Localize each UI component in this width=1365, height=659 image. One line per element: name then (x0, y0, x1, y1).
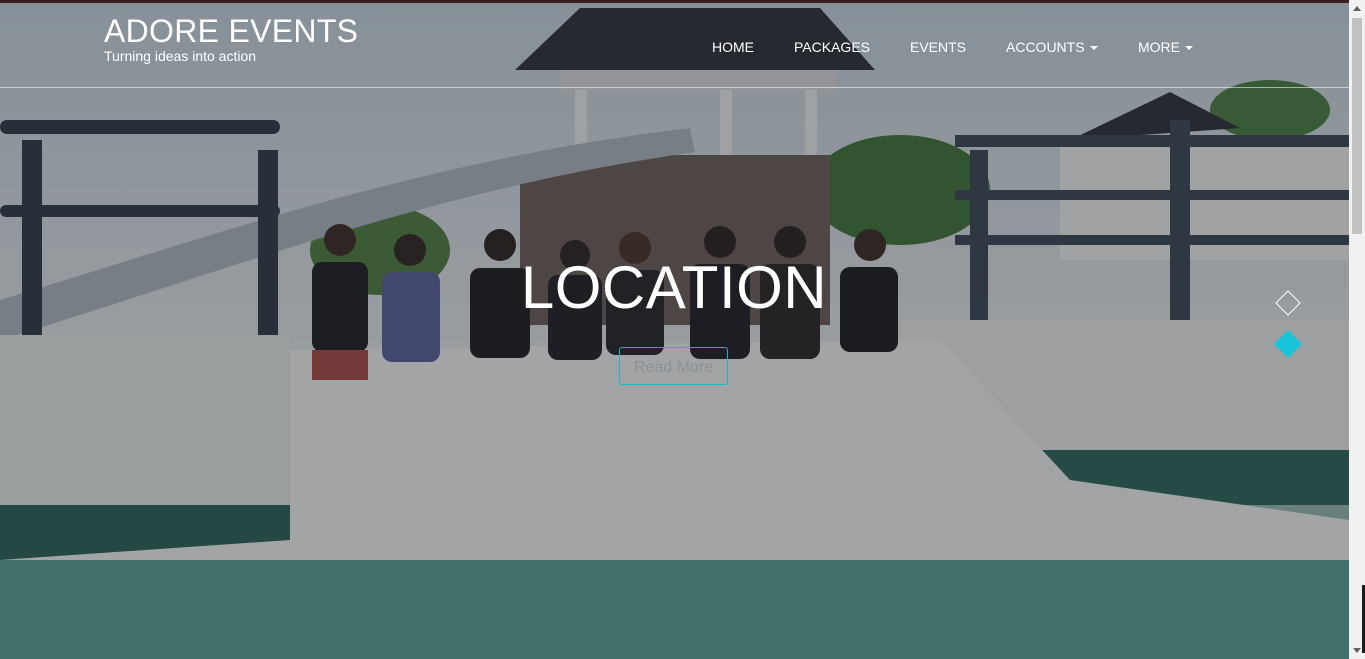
scroll-thumb[interactable] (1352, 18, 1362, 234)
page-scrollbar[interactable] (1349, 0, 1365, 659)
page: ADORE EVENTS Turning ideas into action H… (0, 0, 1365, 659)
hero-title: LOCATION (520, 254, 828, 321)
brand-tagline: Turning ideas into action (104, 48, 257, 64)
top-strip (0, 0, 1349, 3)
navbar: ADORE EVENTS Turning ideas into action H… (0, 3, 1349, 88)
caret-down-icon (1185, 46, 1193, 51)
nav-item-label: HOME (712, 39, 754, 55)
brand-title: ADORE EVENTS (104, 13, 359, 49)
nav-item-home[interactable]: HOME (712, 39, 754, 55)
nav-item-events[interactable]: EVENTS (910, 39, 966, 55)
caret-down-icon (1089, 46, 1098, 51)
nav-item-label: PACKAGES (794, 39, 870, 55)
read-more-button[interactable]: Read More (619, 347, 728, 385)
nav-item-label: MORE (1138, 39, 1180, 55)
scroll-down-icon[interactable] (1353, 648, 1361, 653)
nav-item-packages[interactable]: PACKAGES (794, 39, 870, 55)
brand-link[interactable]: ADORE EVENTS Turning ideas into action (104, 14, 358, 64)
scroll-up-icon[interactable] (1353, 6, 1361, 11)
nav-item-more[interactable]: MORE (1138, 39, 1193, 55)
hero-background-image (0, 0, 1349, 659)
image-dark-overlay (0, 0, 1349, 659)
nav-item-label: EVENTS (910, 39, 967, 55)
nav-item-accounts[interactable]: ACCOUNTS (1006, 39, 1098, 55)
nav-item-label: ACCOUNTS (1006, 39, 1085, 55)
